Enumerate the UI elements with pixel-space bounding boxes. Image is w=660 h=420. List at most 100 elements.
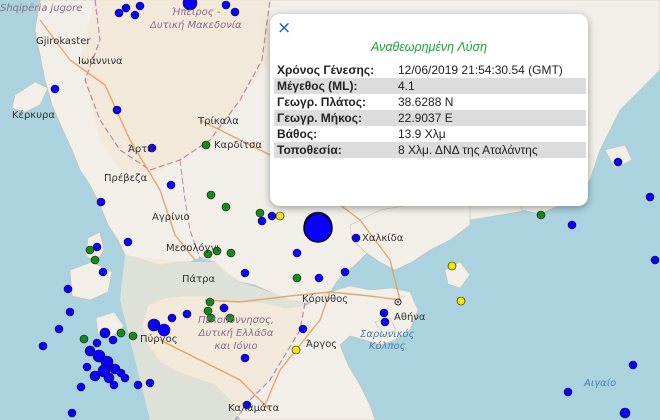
magnitude-value: 4.1: [395, 78, 586, 94]
quake-marker-blue[interactable]: [563, 387, 573, 397]
quake-marker-yellow[interactable]: [456, 296, 466, 306]
quake-marker-yellow[interactable]: [447, 261, 457, 271]
quake-marker-green[interactable]: [205, 297, 215, 307]
quake-marker-blue[interactable]: [130, 10, 140, 20]
quake-marker-blue[interactable]: [82, 362, 92, 372]
quake-marker-blue[interactable]: [240, 268, 250, 278]
quake-marker-blue[interactable]: [63, 284, 73, 294]
depth-label: Βάθος:: [277, 127, 318, 141]
label-gjirokaster: Gjirokaster: [36, 36, 91, 47]
quake-marker-blue[interactable]: [167, 313, 177, 323]
quake-marker-blue[interactable]: [120, 373, 130, 383]
quake-marker-blue[interactable]: [112, 105, 122, 115]
quake-marker-blue[interactable]: [92, 338, 102, 348]
quake-marker-green[interactable]: [255, 208, 265, 218]
label-ioannina: Ιωάννινα: [78, 56, 123, 67]
quake-marker-blue[interactable]: [109, 380, 119, 390]
quake-marker-blue[interactable]: [121, 3, 131, 13]
quake-marker-green[interactable]: [85, 245, 95, 255]
quake-marker-blue[interactable]: [628, 360, 638, 370]
quake-marker-blue[interactable]: [123, 237, 133, 247]
quake-marker-blue[interactable]: [135, 1, 145, 11]
label-pyrgos: Πύργος: [140, 334, 178, 345]
quake-marker-green[interactable]: [292, 273, 302, 283]
label-mesolongi: Μεσολόγγι: [166, 243, 220, 254]
quake-marker-green[interactable]: [226, 248, 236, 258]
quake-marker-blue[interactable]: [99, 327, 111, 339]
label-trikala: Τρίκαλα: [198, 116, 239, 127]
quake-marker-blue[interactable]: [240, 353, 250, 363]
label-ipeiros: Ήπειρος - Δυτική Μακεδονία: [150, 6, 242, 32]
quake-marker-blue[interactable]: [114, 8, 124, 18]
quake-marker-blue[interactable]: [65, 307, 75, 317]
label-chalkida: Χαλκίδα: [362, 233, 404, 244]
label-ipeiros-line2: Δυτική Μακεδονία: [150, 20, 242, 31]
quake-marker-yellow[interactable]: [275, 211, 285, 221]
quake-marker-yellow[interactable]: [291, 345, 301, 355]
location-label: Τοποθεσία:: [274, 142, 395, 158]
quake-marker-blue[interactable]: [298, 324, 308, 334]
quake-marker-blue[interactable]: [145, 378, 155, 388]
label-ipeiros-line1: Ήπειρος -: [171, 7, 221, 18]
quake-marker-blue[interactable]: [650, 255, 660, 265]
magnitude-label: Μέγεθος (ML):: [274, 78, 395, 94]
quake-marker-green[interactable]: [536, 210, 546, 220]
quake-marker-blue[interactable]: [54, 324, 64, 334]
quake-marker-blue[interactable]: [98, 267, 108, 277]
label-karditsa: Καρδίτσα: [214, 140, 262, 151]
quake-marker-blue[interactable]: [292, 248, 302, 258]
label-patra: Πάτρα: [182, 274, 216, 285]
quake-marker-green[interactable]: [206, 190, 216, 200]
label-athina: Αθήνα: [394, 312, 426, 323]
origin-time-label: Χρόνος Γένεσης:: [277, 63, 375, 77]
quake-marker-blue[interactable]: [166, 180, 176, 190]
row-location: Τοποθεσία: 8 Χλμ. ΔΝΔ της Αταλάντης: [274, 142, 586, 158]
quake-marker-blue[interactable]: [38, 341, 48, 351]
quake-marker-blue[interactable]: [613, 157, 623, 167]
row-depth: Βάθος: 13.9 Χλμ: [274, 126, 586, 142]
longitude-label: Γεωγρ. Μήκος:: [274, 110, 395, 126]
label-peloponnisos-line3: και Ιόνιο: [214, 341, 258, 352]
row-magnitude: Μέγεθος (ML): 4.1: [274, 78, 586, 94]
selected-quake-marker[interactable]: [303, 213, 333, 243]
quake-marker-blue[interactable]: [351, 233, 361, 243]
quake-marker-blue[interactable]: [89, 370, 101, 382]
quake-marker-blue[interactable]: [219, 303, 229, 313]
quake-marker-blue[interactable]: [340, 267, 350, 277]
capital-city-dot: [397, 301, 399, 303]
label-saronikos-line2: Κόλπος: [368, 341, 406, 352]
quake-marker-green[interactable]: [79, 334, 89, 344]
quake-marker-green[interactable]: [221, 202, 231, 212]
quake-marker-blue[interactable]: [645, 192, 655, 202]
quake-marker-blue[interactable]: [182, 309, 192, 319]
quake-marker-green[interactable]: [90, 255, 100, 265]
row-longitude: Γεωγρ. Μήκος: 22.9037 E: [274, 110, 586, 126]
label-aigaio: Αιγαίο: [584, 378, 617, 389]
label-kerkyra: Κέρκυρα: [12, 110, 55, 121]
quake-marker-blue[interactable]: [267, 211, 277, 221]
quake-marker-green[interactable]: [128, 331, 138, 341]
label-agrinio: Αγρίνιο: [152, 212, 190, 223]
label-saronikos: Σαρωνικός Κόλπος: [360, 329, 414, 353]
label-kalamata: Καλαμάτα: [228, 403, 280, 414]
quake-marker-blue[interactable]: [133, 380, 143, 390]
quake-marker-blue[interactable]: [379, 308, 389, 318]
label-argos: Άργος: [306, 339, 338, 350]
quake-marker-blue[interactable]: [380, 317, 390, 327]
quake-marker-green[interactable]: [201, 140, 211, 150]
label-peloponnisos-line2: Δυτική Ελλάδα: [198, 328, 274, 339]
quake-marker-blue[interactable]: [96, 197, 106, 207]
latitude-label: Γεωγρ. Πλάτος:: [277, 95, 366, 109]
quake-marker-blue[interactable]: [50, 84, 60, 94]
quake-marker-green[interactable]: [116, 328, 126, 338]
quake-marker-blue[interactable]: [567, 220, 577, 230]
quake-marker-blue[interactable]: [314, 273, 324, 283]
quake-marker-blue[interactable]: [76, 382, 86, 392]
quake-marker-blue[interactable]: [108, 335, 118, 345]
quake-details-table: Χρόνος Γένεσης: 12/06/2019 21:54:30.54 (…: [274, 62, 586, 158]
quake-marker-blue[interactable]: [257, 216, 267, 226]
popup-close-button[interactable]: ×: [277, 18, 291, 38]
quake-marker-blue[interactable]: [67, 408, 77, 418]
label-korinthos: Κόρινθος: [302, 294, 349, 305]
quake-marker-blue[interactable]: [619, 407, 631, 419]
